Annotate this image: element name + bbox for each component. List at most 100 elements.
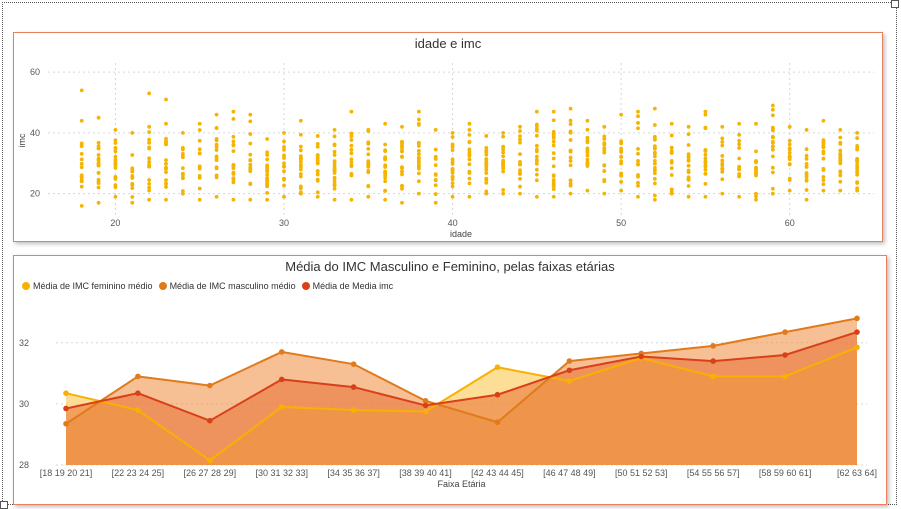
- scatter-point: [332, 159, 337, 164]
- scatter-point: [770, 191, 775, 196]
- scatter-point: [737, 164, 742, 169]
- scatter-y-tick-label: 20: [30, 189, 40, 199]
- scatter-point: [113, 127, 118, 132]
- scatter-point: [501, 158, 506, 163]
- area-y-tick-label: 28: [19, 460, 29, 470]
- scatter-point: [298, 157, 303, 162]
- scatter-point: [113, 185, 118, 189]
- scatter-point: [534, 143, 539, 148]
- scatter-point: [315, 190, 320, 195]
- scatter-point: [568, 122, 573, 126]
- scatter-point: [518, 140, 522, 145]
- scatter-point: [231, 180, 236, 185]
- scatter-point: [568, 118, 573, 123]
- scatter-point: [349, 173, 354, 178]
- scatter-point: [366, 140, 371, 145]
- scatter-point: [652, 154, 657, 159]
- scatter-point: [197, 138, 202, 143]
- area-series-point: [494, 419, 501, 426]
- scatter-point: [282, 153, 286, 158]
- scatter-point: [349, 138, 354, 142]
- scatter-point: [568, 138, 573, 142]
- scatter-point: [231, 109, 236, 114]
- scatter-point: [315, 169, 320, 173]
- scatter-point: [619, 148, 624, 153]
- scatter-point: [248, 152, 253, 157]
- scatter-point: [231, 134, 236, 139]
- area-series-point: [278, 349, 285, 355]
- scatter-point: [113, 149, 118, 154]
- scatter-point: [821, 166, 826, 171]
- scatter-point: [855, 164, 860, 169]
- area-series-point: [278, 376, 285, 383]
- scatter-point: [551, 164, 556, 169]
- scatter-point: [164, 141, 168, 146]
- scatter-point: [214, 126, 219, 130]
- scatter-point: [197, 121, 202, 126]
- scatter-x-tick-label: 30: [279, 218, 289, 228]
- scatter-point: [518, 176, 522, 181]
- area-x-tick-label: [22 23 24 25]: [112, 468, 165, 478]
- area-chart-plot[interactable]: 28 30 32 [18 19 20 21] [22 23 24 25] [26 27 2…: [14, 256, 886, 504]
- scatter-point: [602, 169, 607, 173]
- scatter-point: [79, 151, 84, 156]
- scatter-point: [669, 151, 674, 155]
- scatter-point: [838, 140, 843, 145]
- scatter-point: [484, 145, 489, 150]
- area-chart-visual[interactable]: Média do IMC Masculino e Feminino, pelas…: [13, 255, 887, 505]
- scatter-point: [332, 134, 337, 139]
- scatter-point: [484, 180, 489, 185]
- scatter-point: [669, 160, 674, 165]
- scatter-point: [433, 154, 438, 159]
- scatter-point: [720, 154, 725, 158]
- scatter-point: [113, 166, 118, 170]
- scatter-y-axis-title: imc: [17, 133, 27, 147]
- scatter-point: [164, 136, 168, 141]
- scatter-point: [703, 152, 708, 157]
- resize-handle-bottom-left[interactable]: [0, 501, 8, 509]
- scatter-point: [400, 143, 404, 148]
- scatter-point: [332, 197, 337, 202]
- scatter-point: [332, 127, 337, 132]
- scatter-point: [652, 177, 657, 181]
- scatter-point: [79, 144, 84, 149]
- scatter-point: [534, 128, 539, 133]
- scatter-point: [754, 121, 758, 126]
- scatter-point: [585, 162, 590, 167]
- scatter-point: [534, 167, 539, 172]
- scatter-point: [501, 191, 506, 196]
- scatter-point: [214, 142, 219, 147]
- scatter-point: [787, 146, 792, 151]
- scatter-point: [400, 200, 404, 205]
- scatter-point: [619, 171, 624, 176]
- scatter-chart-plot[interactable]: 20 40 60 20 30 40 50 60 idade imc: [14, 33, 882, 241]
- resize-handle-top-right[interactable]: [891, 0, 899, 8]
- scatter-point: [467, 127, 472, 132]
- scatter-point: [551, 109, 556, 114]
- area-series-point: [566, 367, 573, 374]
- scatter-point: [737, 132, 742, 137]
- scatter-point: [265, 157, 270, 162]
- scatter-point: [501, 131, 506, 135]
- scatter-point: [568, 178, 573, 183]
- scatter-point: [737, 146, 742, 150]
- scatter-point: [838, 160, 843, 165]
- scatter-point: [636, 109, 640, 114]
- scatter-point: [113, 161, 118, 166]
- scatter-chart-visual[interactable]: idade e imc 20 40 60 20 30 40 50 60 idade imc: [13, 32, 883, 242]
- scatter-point: [467, 121, 472, 126]
- scatter-point: [231, 139, 236, 144]
- scatter-point: [568, 155, 573, 160]
- area-y-tick-label: 32: [19, 338, 29, 348]
- scatter-point: [804, 188, 809, 192]
- scatter-point: [366, 163, 371, 167]
- area-series-point: [63, 420, 69, 427]
- scatter-point: [787, 124, 792, 129]
- scatter-point: [652, 166, 657, 170]
- scatter-point: [838, 169, 843, 174]
- scatter-point: [214, 138, 219, 143]
- scatter-point: [366, 152, 371, 157]
- scatter-point: [602, 134, 607, 139]
- scatter-point: [265, 172, 270, 177]
- scatter-point: [96, 179, 101, 184]
